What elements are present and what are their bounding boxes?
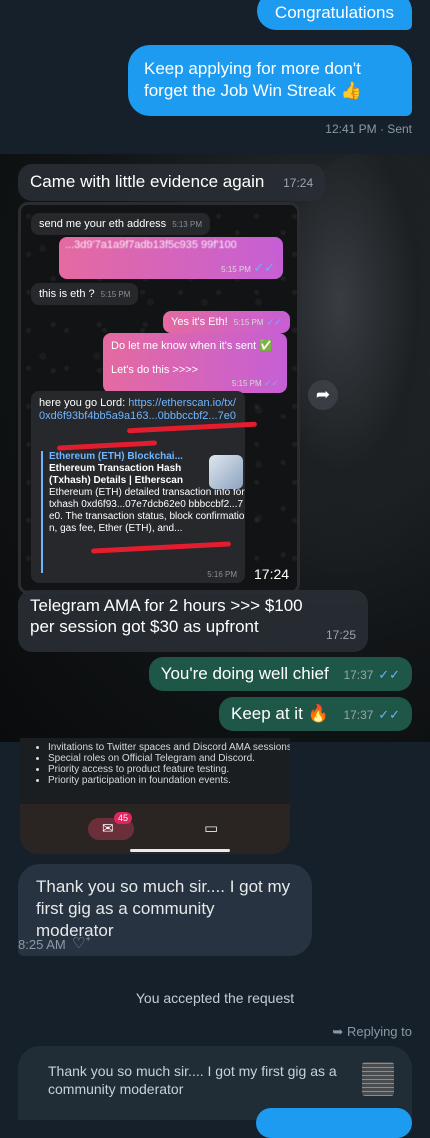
sent-message-congratulations[interactable]: Congratulations (256, 0, 412, 30)
inner-message-time: 5:15 PM (100, 290, 131, 299)
message-time: 17:37 (343, 708, 374, 722)
share-arrow-icon[interactable]: ➦ (308, 380, 338, 410)
message-text: Thank you so much sir.... I got my first… (36, 877, 291, 940)
list-item: Priority participation in foundation eve… (48, 775, 290, 786)
preview-description: Ethereum (ETH) detailed transaction info… (49, 487, 245, 534)
message-text: Telegram AMA for 2 hours >>> $100 per se… (30, 596, 303, 636)
quoted-message-text: Thank you so much sir.... I got my first… (48, 1063, 337, 1097)
inner-message-text: Let's do this >>>> (111, 364, 199, 376)
link-preview: Ethereum (ETH) Blockchai... Ethereum Tra… (41, 451, 245, 573)
telegram-message-ama: Telegram AMA for 2 hours >>> $100 per se… (18, 590, 368, 652)
list-item: Invitations to Twitter spaces and Discor… (48, 742, 290, 753)
replying-to-label: ➥ Replying to (332, 1024, 412, 1040)
preview-title: Ethereum Transaction Hash (Txhash) Detai… (49, 463, 183, 486)
nested-chat-screenshot: send me your eth address 5:13 PM ...3d9'7… (18, 202, 300, 594)
message-timestamp: 12:41 PM · Sent (325, 122, 412, 136)
etherscan-logo-icon (209, 455, 243, 489)
telegram-reply-keep-at-it: Keep at it 🔥 17:37 ✓✓ (218, 697, 412, 731)
message-text: Keep applying for more don't forget the … (144, 59, 362, 100)
inner-message-text: ...3d9'7a1a9f7adb13f5c935 99f'100 (65, 239, 237, 251)
inner-message-text: send me your eth address (39, 218, 167, 230)
replying-label-text: Replying to (346, 1024, 412, 1039)
message-time: 17:37 (343, 668, 374, 682)
card-footer-bar: ✉ 45 ▭ (20, 804, 290, 854)
link-prefix: here you go Lord: (39, 397, 129, 409)
mail-icon: ✉ (102, 820, 114, 836)
preview-site: Ethereum (ETH) Blockchai... (49, 451, 183, 462)
heart-plus-icon[interactable]: ♡+ (72, 934, 91, 952)
screenshot-time: 17:24 (254, 566, 290, 582)
benefits-list: Invitations to Twitter spaces and Discor… (30, 742, 290, 786)
inner-message-text: Yes it's Eth! (171, 316, 228, 328)
double-check-icon: ✓✓ (378, 667, 400, 682)
caption-text: Came with little evidence again (30, 172, 265, 191)
list-item: Special roles on Official Telegram and D… (48, 753, 290, 764)
inner-message-text: Do let me know when it's sent ✅ (111, 340, 273, 352)
unread-badge: 45 (114, 812, 133, 824)
home-indicator-bar (130, 849, 230, 852)
inner-message-sent-multiline: Do let me know when it's sent ✅ Let's do… (103, 333, 287, 393)
red-redaction-mark (56, 440, 158, 451)
inner-message-etherscan-link: here you go Lord: https://etherscan.io/t… (31, 391, 258, 583)
caption-time: 17:24 (283, 176, 314, 190)
inner-message-time: 5:15 PM (233, 318, 264, 327)
inner-message-text: this is eth ? (39, 288, 95, 300)
telegram-screenshot-image[interactable]: Came with little evidence again 17:24 se… (0, 154, 430, 742)
sent-message-partial[interactable] (256, 1108, 412, 1138)
list-item: Priority access to product feature testi… (48, 764, 290, 775)
inner-message-time: 5:15 PM ✓✓ (221, 260, 275, 275)
inner-message-received: send me your eth address 5:13 PM (31, 213, 210, 235)
inner-message-sent: Yes it's Eth! 5:15 PM ✓✓ (163, 311, 290, 333)
message-timestamp: 8:25 AM (18, 937, 66, 952)
quoted-image-thumbnail (362, 1062, 394, 1096)
shared-screenshot-card[interactable]: Invitations to Twitter spaces and Discor… (20, 738, 290, 854)
inner-message-received: this is eth ? 5:15 PM (31, 283, 139, 305)
message-text: You're doing well chief (160, 664, 329, 683)
red-redaction-mark (126, 421, 258, 434)
system-note: You accepted the request (135, 990, 295, 1006)
message-text: Congratulations (274, 3, 394, 22)
inner-message-time: 5:16 PM (207, 570, 237, 579)
double-check-icon: ✓✓ (378, 707, 400, 722)
telegram-reply-doing-well: You're doing well chief 17:37 ✓✓ (148, 657, 412, 691)
inner-message-sent-address: ...3d9'7a1a9f7adb13f5c935 99f'100 5:15 P… (59, 237, 283, 279)
sent-message-keep-applying[interactable]: Keep applying for more don't forget the … (128, 45, 412, 116)
message-text: Keep at it 🔥 (230, 704, 329, 723)
inner-message-time: 5:15 PM (231, 379, 262, 388)
reply-arrow-icon: ➥ (332, 1024, 344, 1039)
mail-button[interactable]: ✉ 45 (88, 812, 134, 840)
telegram-caption-message: Came with little evidence again 17:24 (18, 164, 326, 201)
video-icon[interactable]: ▭ (204, 819, 218, 837)
inner-message-time: 5:13 PM (172, 220, 202, 229)
message-time: 17:25 (325, 628, 356, 642)
